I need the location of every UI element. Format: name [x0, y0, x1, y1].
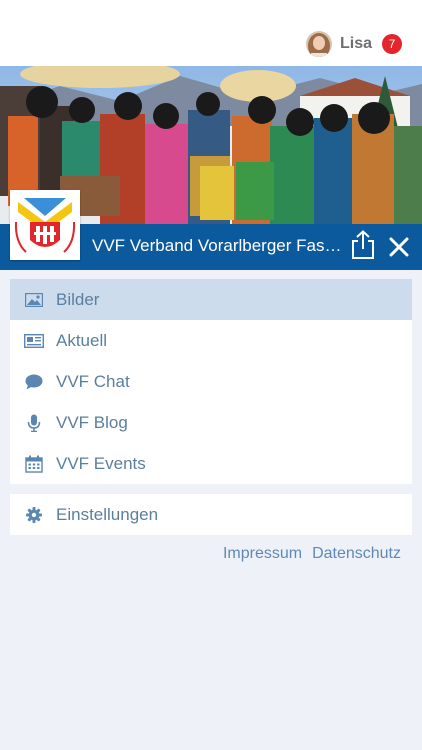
menu-item-einstellungen[interactable]: Einstellungen	[10, 494, 412, 535]
user-avatar[interactable]	[305, 31, 332, 57]
impressum-link[interactable]: Impressum	[223, 545, 302, 563]
menu-item-aktuell[interactable]: Aktuell	[10, 320, 412, 361]
user-menu[interactable]: Lisa 7	[305, 30, 402, 58]
share-icon	[352, 230, 374, 259]
menu-label-vvf-chat: VVF Chat	[56, 371, 130, 391]
share-button[interactable]	[350, 230, 376, 260]
footer-links: Impressum Datenschutz	[223, 545, 401, 563]
menu-item-vvf-chat[interactable]: VVF Chat	[10, 361, 412, 402]
menu-label-vvf-events: VVF Events	[56, 453, 146, 473]
microphone-icon	[24, 413, 44, 433]
calendar-icon	[24, 454, 44, 474]
navigation-menu: Bilder Aktuell VVF Chat VVF Blog VVF Eve…	[10, 279, 412, 484]
menu-item-bilder[interactable]: Bilder	[10, 279, 412, 320]
menu-label-aktuell: Aktuell	[56, 330, 108, 350]
datenschutz-link[interactable]: Datenschutz	[312, 545, 401, 563]
club-logo	[10, 190, 80, 260]
menu-label-bilder: Bilder	[56, 289, 100, 309]
menu-label-vvf-blog: VVF Blog	[56, 412, 128, 432]
gear-icon	[24, 505, 44, 525]
chat-icon	[24, 372, 44, 392]
menu-label-einstellungen: Einstellungen	[56, 504, 159, 524]
image-icon	[24, 290, 44, 310]
menu-item-vvf-blog[interactable]: VVF Blog	[10, 402, 412, 443]
club-name: VVF Verband Vorarlberger Faschingsgilden	[92, 236, 344, 255]
notification-badge[interactable]: 7	[382, 34, 402, 54]
close-icon	[389, 237, 409, 257]
top-bar: Lisa 7	[0, 0, 422, 66]
newspaper-icon	[24, 331, 44, 351]
user-name[interactable]: Lisa	[340, 35, 372, 53]
menu-item-vvf-events[interactable]: VVF Events	[10, 443, 412, 484]
close-button[interactable]	[388, 236, 410, 258]
